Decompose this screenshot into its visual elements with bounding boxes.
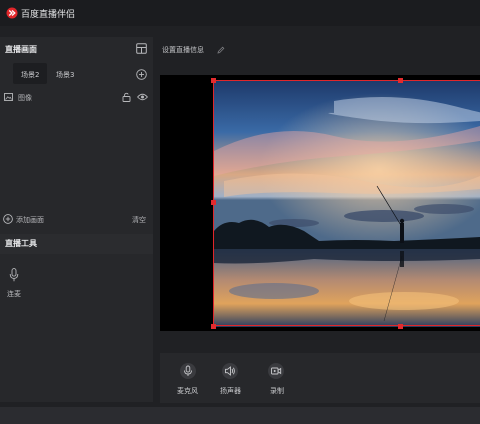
record-icon[interactable]	[268, 363, 284, 379]
record-button[interactable]: 录制	[270, 386, 284, 396]
add-scene-icon[interactable]	[136, 69, 147, 80]
speaker-button[interactable]: 扬声器	[220, 386, 241, 396]
resize-handle-middle-left[interactable]	[211, 200, 216, 205]
resize-handle-bottom-middle[interactable]	[398, 324, 403, 329]
app-logo-icon	[6, 7, 18, 19]
live-tools-title: 直播工具	[5, 239, 37, 248]
edit-icon[interactable]	[217, 46, 225, 54]
resize-handle-bottom-left[interactable]	[211, 324, 216, 329]
tab-scene-3[interactable]: 场景3	[56, 70, 74, 80]
microphone-icon[interactable]	[9, 268, 19, 282]
clear-button[interactable]: 清空	[132, 215, 146, 225]
microphone-icon[interactable]	[180, 363, 196, 379]
resize-handle-top-left[interactable]	[211, 78, 216, 83]
resize-handle-top-middle[interactable]	[398, 78, 403, 83]
unlock-icon[interactable]	[122, 92, 131, 102]
image-source-icon	[4, 93, 13, 101]
tab-scene-2-label: 场景2	[21, 71, 40, 79]
live-info-title[interactable]: 设置直播信息	[162, 45, 204, 55]
add-source-icon[interactable]	[3, 214, 13, 224]
bottom-toolbar	[160, 353, 480, 403]
speaker-icon[interactable]	[222, 363, 238, 379]
live-scene-section-title: 直播画面	[5, 45, 37, 54]
eye-icon[interactable]	[137, 93, 148, 101]
selection-box[interactable]	[213, 80, 480, 326]
microphone-button[interactable]: 麦克风	[177, 386, 198, 396]
status-bar	[0, 407, 480, 424]
source-item-image[interactable]: 图像	[18, 93, 32, 103]
layout-icon[interactable]	[136, 43, 147, 54]
app-title: 百度直播伴侣	[21, 10, 76, 20]
lianmai-button[interactable]: 连麦	[7, 289, 21, 299]
add-source-button[interactable]: 添加画面	[16, 215, 44, 225]
